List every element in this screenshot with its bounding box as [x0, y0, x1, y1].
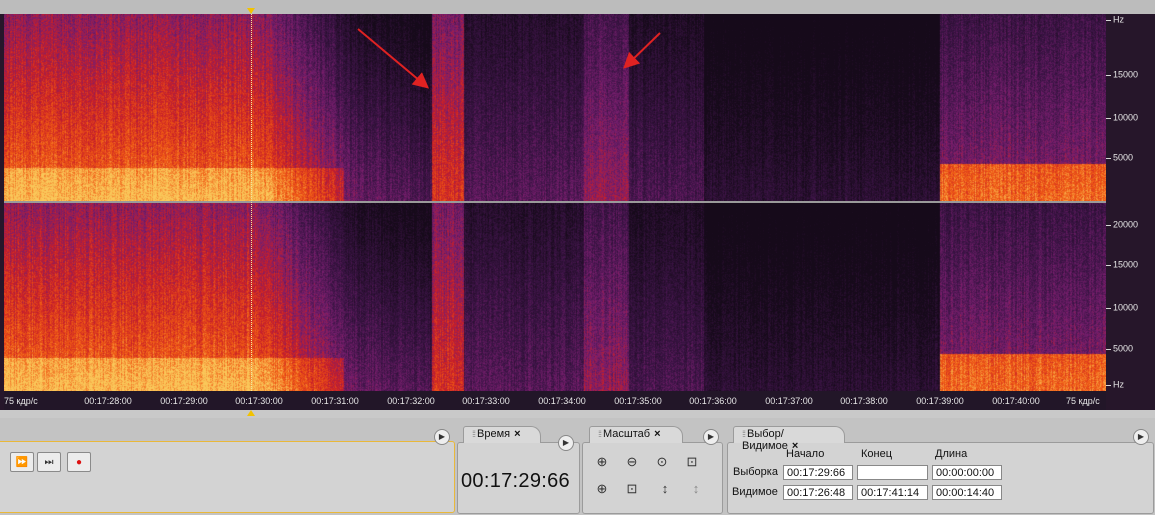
tab-zoom[interactable]: ⁞⁞ Масштаб × [589, 426, 683, 443]
grip-icon: ⁞⁞ [742, 429, 746, 439]
time-ruler[interactable]: 00:17:28:00 00:17:29:00 00:17:30:00 00:1… [4, 391, 1106, 410]
tab-time[interactable]: ⁞⁞ Время × [463, 426, 541, 443]
selection-end-field[interactable] [857, 465, 928, 480]
visible-start-field[interactable]: 00:17:26:48 [783, 485, 853, 500]
time-label: 00:17:29:00 [160, 396, 208, 406]
panel-options-icon[interactable]: ▶ [558, 435, 574, 451]
current-time-display: 00:17:29:66 [461, 470, 570, 492]
freq-label: 15000 [1113, 69, 1139, 80]
close-icon[interactable]: × [654, 428, 660, 440]
time-label: 00:17:40:00 [992, 396, 1040, 406]
panel-options-icon[interactable]: ▶ [434, 429, 450, 445]
zoom-full-icon[interactable]: ⊡ [682, 452, 702, 472]
skip-to-end-button[interactable]: ⏭ [37, 452, 61, 472]
frame-rate-left: 75 кдр/с [4, 396, 38, 406]
zoom-in-left-icon[interactable]: ⊕ [592, 479, 612, 499]
time-label: 00:17:39:00 [916, 396, 964, 406]
zoom-selection-icon[interactable]: ⊙ [652, 452, 672, 472]
header-start: Начало [786, 448, 825, 460]
freq-label: 5000 [1113, 343, 1134, 354]
selection-row-label: Выборка [733, 466, 778, 478]
grip-icon: ⁞⁞ [598, 429, 602, 439]
annotation-arrow-2 [623, 32, 661, 69]
freq-label: Hz [1113, 14, 1124, 25]
time-label: 00:17:31:00 [311, 396, 359, 406]
time-label: 00:17:37:00 [765, 396, 813, 406]
time-label: 00:17:38:00 [840, 396, 888, 406]
freq-label: Hz [1113, 379, 1124, 390]
time-label: 00:17:34:00 [538, 396, 586, 406]
annotation-arrows [357, 28, 661, 89]
visible-end-field[interactable]: 00:17:41:14 [857, 485, 928, 500]
fast-forward-button[interactable]: ⏩ [10, 452, 34, 472]
zoom-in-horizontal-icon[interactable]: ⊕ [592, 452, 612, 472]
frequency-axis-bottom: 20000 15000 10000 5000 Hz [1106, 203, 1155, 391]
zoom-in-right-icon[interactable]: ⊡ [622, 479, 642, 499]
time-label: 00:17:32:00 [387, 396, 435, 406]
selection-length-field[interactable]: 00:00:00:00 [932, 465, 1002, 480]
frequency-axis-top: Hz 15000 10000 5000 [1106, 14, 1155, 201]
time-label: 00:17:35:00 [614, 396, 662, 406]
time-label: 00:17:28:00 [84, 396, 132, 406]
zoom-out-horizontal-icon[interactable]: ⊖ [622, 452, 642, 472]
freq-label: 10000 [1113, 112, 1139, 123]
freq-label: 15000 [1113, 259, 1139, 270]
time-label: 00:17:30:00 [235, 396, 283, 406]
record-button[interactable]: ● [67, 452, 91, 472]
visible-row-label: Видимое [732, 486, 778, 498]
header-end: Конец [861, 448, 893, 460]
freq-label: 10000 [1113, 302, 1139, 313]
panel-options-icon[interactable]: ▶ [703, 429, 719, 445]
header-length: Длина [935, 448, 968, 460]
time-label: 00:17:33:00 [462, 396, 510, 406]
zoom-out-vertical-icon[interactable]: ↕ [686, 479, 706, 499]
frame-rate-right: 75 кдр/с [1066, 396, 1100, 406]
grip-icon: ⁞⁞ [472, 429, 476, 439]
annotation-arrow-1 [357, 28, 430, 89]
zoom-in-vertical-icon[interactable]: ↕ [655, 479, 675, 499]
panel-options-icon[interactable]: ▶ [1133, 429, 1149, 445]
tab-selection-visible[interactable]: ⁞⁞ Выбор/Видимое × [733, 426, 845, 452]
close-icon[interactable]: × [514, 428, 520, 440]
selection-start-field[interactable]: 00:17:29:66 [783, 465, 853, 480]
time-label: 00:17:36:00 [689, 396, 737, 406]
freq-label: 20000 [1113, 219, 1139, 230]
visible-length-field[interactable]: 00:00:14:40 [932, 485, 1002, 500]
freq-label: 5000 [1113, 152, 1134, 163]
playhead-bottom-marker[interactable] [247, 410, 255, 416]
